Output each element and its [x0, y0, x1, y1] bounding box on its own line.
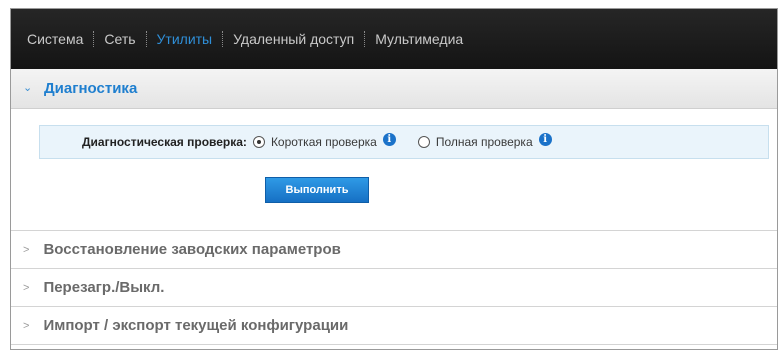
- short-check-info-icon[interactable]: i: [382, 132, 396, 146]
- diagnostic-check-label: Диагностическая проверка:: [82, 135, 247, 149]
- diagnostics-section-header[interactable]: ⌄ Диагностика: [11, 69, 777, 109]
- nav-separator: [145, 31, 147, 47]
- chevron-right-icon: >: [23, 243, 30, 256]
- chevron-right-icon: >: [23, 319, 30, 332]
- nav-item-remote-access[interactable]: Удаленный доступ: [233, 31, 354, 47]
- diagnostics-section-title: Диагностика: [44, 80, 138, 97]
- import-export-config-section-header[interactable]: > Импорт / экспорт текущей конфигурации: [11, 307, 777, 345]
- nav-separator: [93, 31, 95, 47]
- reboot-shutdown-section-title: Перезагр./Выкл.: [43, 279, 165, 296]
- import-export-config-section-title: Импорт / экспорт текущей конфигурации: [43, 317, 349, 334]
- chevron-down-icon: ⌄: [23, 82, 33, 94]
- full-check-label[interactable]: Полная проверка: [436, 135, 533, 149]
- diagnostics-section-body: Диагностическая проверка: Короткая прове…: [11, 109, 777, 231]
- nav-item-utilities[interactable]: Утилиты: [157, 31, 213, 47]
- short-check-label[interactable]: Короткая проверка: [271, 135, 377, 149]
- nav-item-system[interactable]: Система: [27, 31, 83, 47]
- full-check-info-icon[interactable]: i: [538, 132, 552, 146]
- chevron-right-icon: >: [23, 281, 30, 294]
- diagnostic-check-row: Диагностическая проверка: Короткая прове…: [39, 125, 769, 159]
- nav-item-multimedia[interactable]: Мультимедиа: [375, 31, 463, 47]
- full-check-radio[interactable]: [417, 136, 430, 148]
- short-check-radio[interactable]: [252, 136, 265, 148]
- factory-reset-section-title: Восстановление заводских параметров: [43, 241, 341, 258]
- run-button[interactable]: Выполнить: [265, 177, 369, 203]
- nav-separator: [222, 31, 224, 47]
- factory-reset-section-header[interactable]: > Восстановление заводских параметров: [11, 231, 777, 269]
- reboot-shutdown-section-header[interactable]: > Перезагр./Выкл.: [11, 269, 777, 307]
- nav-separator: [364, 31, 366, 47]
- utilities-panel: Система Сеть Утилиты Удаленный доступ Му…: [10, 8, 778, 350]
- top-navigation: Система Сеть Утилиты Удаленный доступ Му…: [11, 9, 777, 69]
- nav-item-network[interactable]: Сеть: [104, 31, 135, 47]
